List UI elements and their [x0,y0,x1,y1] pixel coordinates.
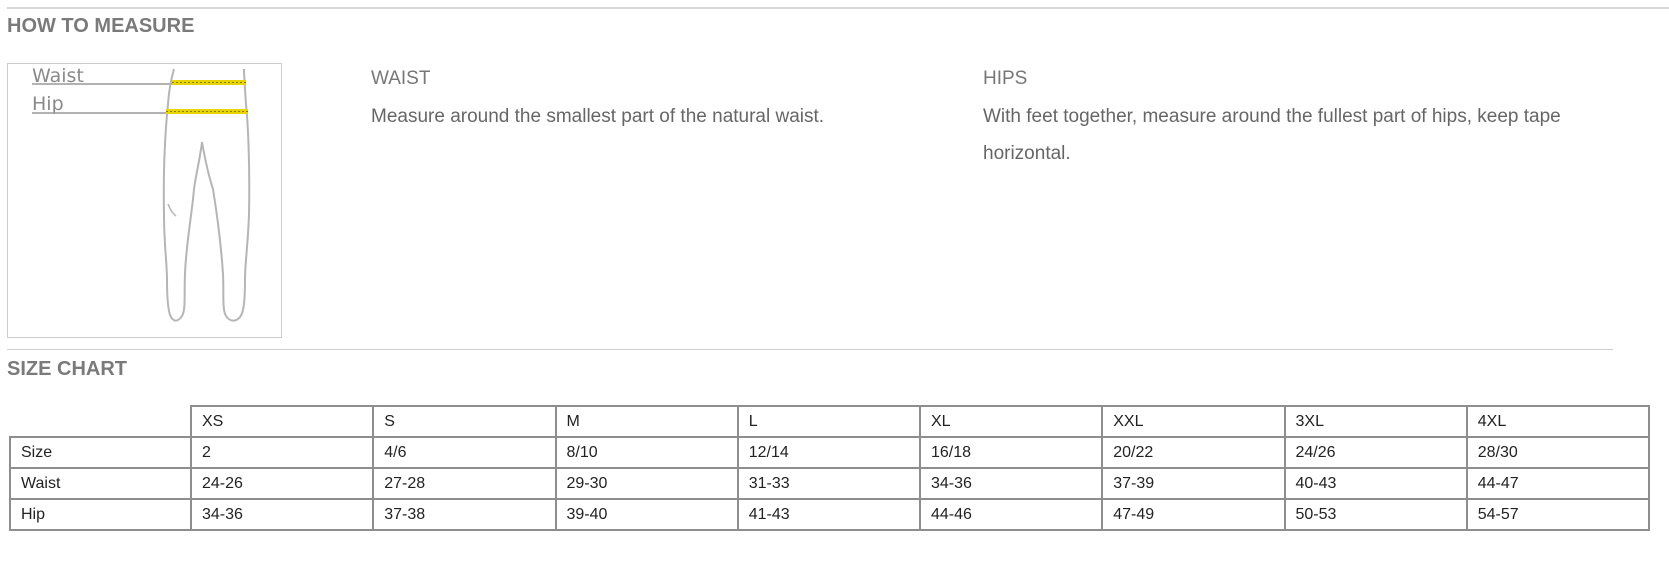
table-cell: 12/14 [736,436,922,469]
table-cell: 47-49 [1101,498,1286,531]
row-label: Waist [9,467,192,500]
row-label: Hip [9,498,192,531]
table-cell: 29-30 [554,467,739,500]
table-cell: 40-43 [1283,467,1468,500]
waist-text: Measure around the smallest part of the … [371,106,825,127]
table-cell: 20/22 [1101,436,1286,469]
table-cell: 2 [189,436,375,469]
table-cell: 16/18 [918,436,1104,469]
waist-heading: WAIST [371,68,431,89]
table-row: Size 2 4/6 8/10 12/14 16/18 20/22 24/26 … [9,436,1651,469]
table-cell: 4/6 [372,436,557,469]
table-cell: 34-36 [918,467,1104,500]
table-cell: 44-47 [1465,467,1651,500]
table-cell: 31-33 [736,467,922,500]
table-row: Hip 34-36 37-38 39-40 41-43 44-46 47-49 … [9,498,1651,531]
column-header: XL [918,405,1104,438]
table-cell: 28/30 [1465,436,1651,469]
diagram-label-hip: Hip [32,93,64,115]
table-cell: 41-43 [736,498,922,531]
top-divider [7,7,1669,9]
table-cell: 54-57 [1465,498,1651,531]
size-chart-title: SIZE CHART [7,358,127,380]
how-to-measure-title: HOW TO MEASURE [7,15,195,37]
waist-instructions: WAIST Measure around the smallest part o… [371,68,931,135]
table-header-row: XS S M L XL XXL 3XL 4XL [10,405,1651,438]
column-header: 3XL [1283,405,1468,438]
table-cell: 44-46 [918,498,1104,531]
table-cell: 27-28 [372,467,557,500]
table-cell: 24-26 [189,467,375,500]
table-cell: 34-36 [189,498,375,531]
size-chart-table: XS S M L XL XXL 3XL 4XL Size 2 4/6 8/10 … [9,405,1651,531]
column-header: XXL [1101,405,1286,438]
table-row: Waist 24-26 27-28 29-30 31-33 34-36 37-3… [9,467,1651,500]
table-cell: 37-39 [1101,467,1286,500]
table-cell: 50-53 [1283,498,1468,531]
table-cell: 24/26 [1283,436,1468,469]
hips-heading: HIPS [983,68,1028,89]
table-corner-cell [10,406,192,438]
legs-illustration: Waist Hip [32,65,251,322]
table-cell: 8/10 [554,436,739,469]
measure-diagram: Waist Hip [7,63,282,338]
hips-instructions: HIPS With feet together, measure around … [983,68,1583,172]
column-header: 4XL [1465,405,1651,438]
column-header: S [372,405,557,438]
hips-text: With feet together, measure around the f… [983,106,1561,164]
table-cell: 39-40 [554,498,739,531]
column-header: XS [189,405,375,438]
column-header: M [554,405,739,438]
column-header: L [736,405,922,438]
table-cell: 37-38 [372,498,557,531]
row-label: Size [9,436,192,469]
section-divider [7,349,1613,350]
